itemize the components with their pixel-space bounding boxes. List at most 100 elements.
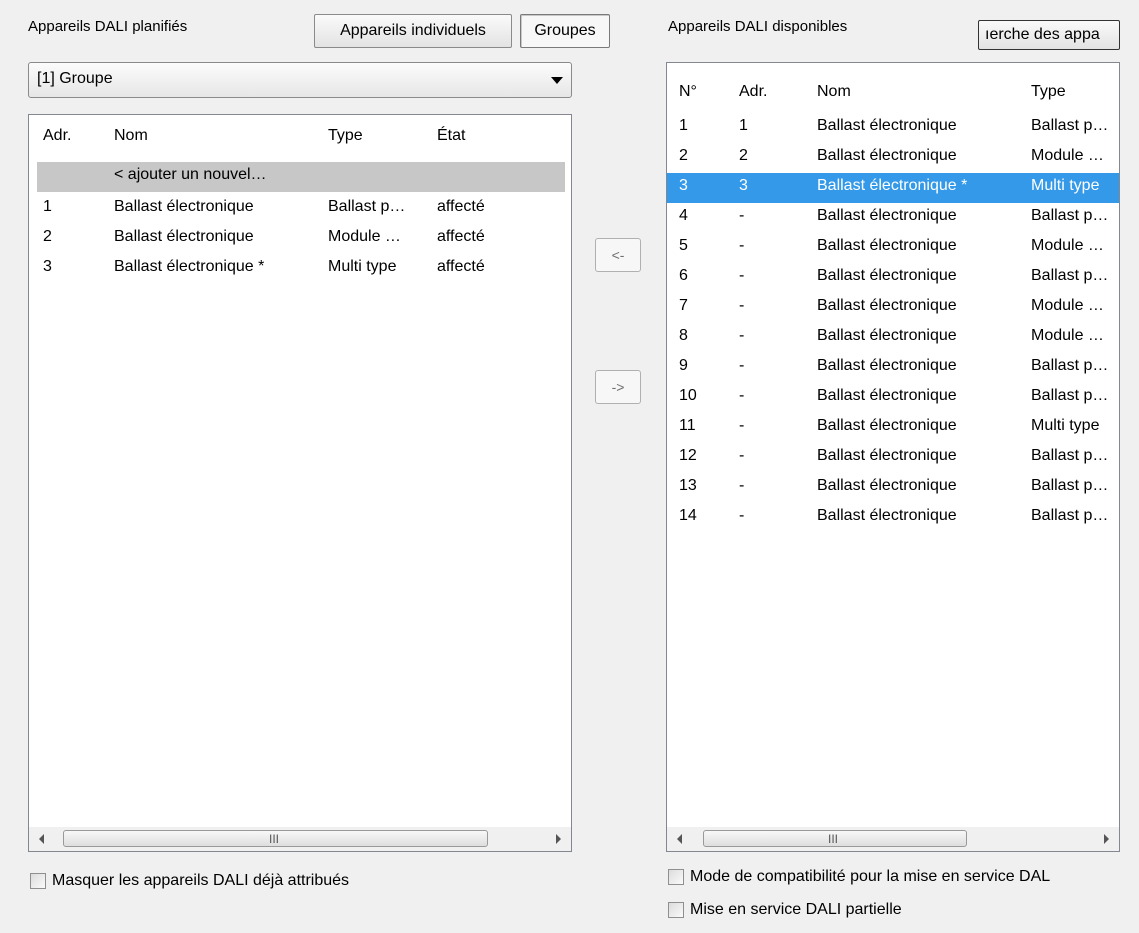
add-new-label: < ajouter un nouvel… (114, 166, 267, 183)
cell-adr: - (739, 477, 745, 494)
horizontal-scrollbar[interactable]: III (667, 827, 1119, 851)
column-header-type[interactable]: Type (328, 127, 363, 145)
cell-adr: 2 (43, 228, 52, 245)
checkbox-box[interactable] (668, 869, 684, 885)
table-row[interactable]: 3 Ballast électronique * Multi type affe… (29, 254, 571, 284)
cell-nom: Ballast électronique (817, 267, 957, 284)
planned-devices-list[interactable]: Adr. Nom Type État < ajouter un nouvel… … (28, 114, 572, 852)
cell-adr: 3 (739, 177, 748, 194)
cell-nom: Ballast électronique (817, 117, 957, 134)
column-header-type[interactable]: Type (1031, 83, 1066, 101)
table-row[interactable]: 4 - Ballast électronique Ballast p… (667, 203, 1119, 233)
column-header-no[interactable]: N° (679, 83, 697, 101)
cell-adr: - (739, 357, 745, 374)
cell-no: 13 (679, 477, 697, 494)
cell-type: Ballast p… (1031, 207, 1109, 224)
cell-no: 4 (679, 207, 688, 224)
move-left-button[interactable]: <- (595, 238, 641, 272)
horizontal-scrollbar[interactable]: III (29, 827, 571, 851)
cell-no: 9 (679, 357, 688, 374)
available-devices-title: Appareils DALI disponibles (668, 18, 848, 35)
cell-nom: Ballast électronique (817, 147, 957, 164)
cell-type: Ballast p… (1031, 267, 1109, 284)
cell-type: Ballast p… (1031, 447, 1109, 464)
scroll-right-arrow-icon[interactable] (556, 834, 561, 844)
table-row[interactable]: 6 - Ballast électronique Ballast p… (667, 263, 1119, 293)
cell-adr: - (739, 507, 745, 524)
table-row[interactable]: 9 - Ballast électronique Ballast p… (667, 353, 1119, 383)
cell-nom: Ballast électronique (817, 417, 957, 434)
cell-etat: affecté (437, 258, 485, 275)
cell-adr: - (739, 327, 745, 344)
scroll-grip: III (828, 832, 839, 846)
cell-nom: Ballast électronique (817, 357, 957, 374)
table-row[interactable]: 7 - Ballast électronique Module … (667, 293, 1119, 323)
cell-etat: affecté (437, 198, 485, 215)
chevron-down-icon (551, 77, 563, 84)
table-row[interactable]: 11 - Ballast électronique Multi type (667, 413, 1119, 443)
groups-button[interactable]: Groupes (520, 14, 610, 48)
scroll-left-arrow-icon[interactable] (39, 834, 44, 844)
cell-type: Ballast p… (1031, 477, 1109, 494)
cell-adr: 3 (43, 258, 52, 275)
table-row[interactable]: 2 2 Ballast électronique Module … (667, 143, 1119, 173)
group-select[interactable]: [1] Groupe (28, 62, 572, 98)
column-header-nom[interactable]: Nom (114, 127, 148, 145)
cell-adr: 1 (739, 117, 748, 134)
column-header-adr[interactable]: Adr. (43, 127, 71, 145)
cell-type: Ballast p… (1031, 357, 1109, 374)
table-row[interactable]: 13 - Ballast électronique Ballast p… (667, 473, 1119, 503)
cell-adr: - (739, 297, 745, 314)
available-devices-list[interactable]: N° Adr. Nom Type 1 1 Ballast électronique B… (666, 62, 1120, 852)
cell-nom: Ballast électronique (817, 447, 957, 464)
cell-adr: - (739, 237, 745, 254)
cell-nom: Ballast électronique (817, 297, 957, 314)
cell-no: 10 (679, 387, 697, 404)
scroll-right-arrow-icon[interactable] (1104, 834, 1109, 844)
table-row[interactable]: 8 - Ballast électronique Module … (667, 323, 1119, 353)
cell-type: Multi type (1031, 177, 1100, 194)
cell-type: Module … (328, 228, 401, 245)
column-header-nom[interactable]: Nom (817, 83, 851, 101)
add-new-row[interactable]: < ajouter un nouvel… (37, 162, 565, 192)
cell-no: 14 (679, 507, 697, 524)
cell-type: Ballast p… (1031, 507, 1109, 524)
move-right-button[interactable]: -> (595, 370, 641, 404)
table-row[interactable]: 10 - Ballast électronique Ballast p… (667, 383, 1119, 413)
column-header-etat[interactable]: État (437, 127, 465, 145)
cell-nom: Ballast électronique (114, 198, 254, 215)
table-row[interactable]: 12 - Ballast électronique Ballast p… (667, 443, 1119, 473)
scroll-left-arrow-icon[interactable] (677, 834, 682, 844)
hide-assigned-checkbox[interactable]: Masquer les appareils DALI déjà attribué… (30, 872, 349, 890)
column-header-adr[interactable]: Adr. (739, 83, 767, 101)
table-row[interactable]: 5 - Ballast électronique Module … (667, 233, 1119, 263)
partial-commissioning-checkbox[interactable]: Mise en service DALI partielle (668, 901, 902, 919)
checkbox-box[interactable] (668, 902, 684, 918)
compat-mode-checkbox[interactable]: Mode de compatibilité pour la mise en se… (668, 868, 1050, 886)
scroll-thumb[interactable]: III (703, 830, 967, 847)
cell-nom: Ballast électronique (817, 477, 957, 494)
cell-no: 11 (679, 417, 696, 434)
group-select-value: [1] Groupe (37, 70, 113, 87)
table-row[interactable]: 3 3 Ballast électronique * Multi type (667, 173, 1119, 203)
cell-type: Ballast p… (1031, 387, 1109, 404)
cell-adr: 2 (739, 147, 748, 164)
checkbox-label: Masquer les appareils DALI déjà attribué… (52, 872, 350, 889)
individual-devices-button[interactable]: Appareils individuels (314, 14, 512, 48)
checkbox-label: Mise en service DALI partielle (690, 901, 902, 918)
table-row[interactable]: 2 Ballast électronique Module … affecté (29, 224, 571, 254)
cell-no: 1 (679, 117, 688, 134)
scroll-thumb[interactable]: III (63, 830, 488, 847)
search-devices-button[interactable]: ıerche des appa (978, 20, 1120, 50)
cell-type: Multi type (1031, 417, 1100, 434)
table-row[interactable]: 1 1 Ballast électronique Ballast p… (667, 113, 1119, 143)
cell-type: Multi type (328, 258, 397, 275)
cell-type: Module … (1031, 297, 1104, 314)
cell-adr: - (739, 207, 745, 224)
table-row[interactable]: 1 Ballast électronique Ballast p… affect… (29, 194, 571, 224)
cell-adr: 1 (43, 198, 52, 215)
checkbox-box[interactable] (30, 873, 46, 889)
cell-type: Ballast p… (328, 198, 406, 215)
table-row[interactable]: 14 - Ballast électronique Ballast p… (667, 503, 1119, 533)
cell-nom: Ballast électronique * (114, 258, 265, 275)
